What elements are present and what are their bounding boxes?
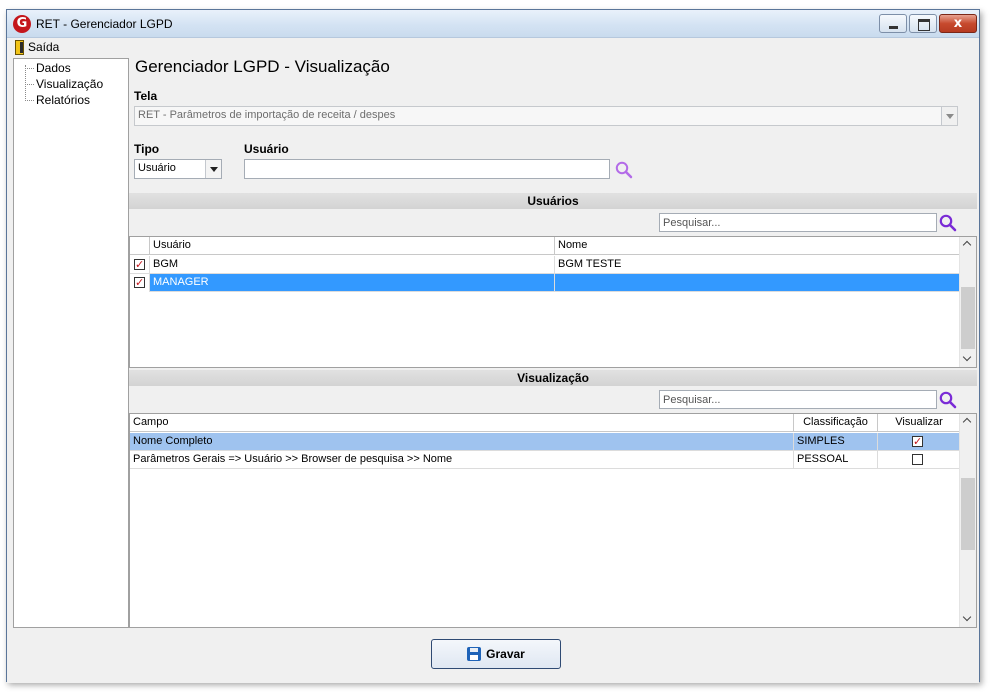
row-check-cell bbox=[130, 256, 150, 274]
users-table: Usuário Nome BGM BGM TESTE MANAGER bbox=[129, 236, 977, 368]
tipo-select-value: Usuário bbox=[138, 162, 176, 174]
users-section-header: Usuários bbox=[129, 193, 977, 209]
search-icon[interactable] bbox=[614, 160, 634, 180]
close-icon: x bbox=[953, 16, 963, 31]
table-row[interactable]: BGM BGM TESTE bbox=[130, 256, 960, 274]
cell-visualizar bbox=[878, 433, 960, 451]
exit-door-icon bbox=[15, 39, 24, 55]
cell-campo: Parâmetros Gerais => Usuário >> Browser … bbox=[130, 451, 794, 469]
app-logo-icon: G bbox=[13, 15, 31, 33]
cell-classificacao: SIMPLES bbox=[794, 433, 878, 451]
table-row[interactable]: Parâmetros Gerais => Usuário >> Browser … bbox=[130, 451, 960, 469]
scroll-up-icon[interactable] bbox=[960, 237, 976, 253]
maximize-button[interactable] bbox=[909, 14, 937, 33]
tree-item-relatorios[interactable]: Relatórios bbox=[22, 93, 90, 107]
nav-tree: Dados Visualização Relatórios bbox=[13, 58, 129, 628]
app-window: G RET - Gerenciador LGPD x Saída Dados V… bbox=[6, 9, 980, 683]
floppy-disk-icon bbox=[467, 647, 482, 661]
column-header-campo[interactable]: Campo bbox=[130, 414, 794, 432]
tela-select-value: RET - Parâmetros de importação de receit… bbox=[138, 109, 396, 121]
users-search-input[interactable] bbox=[659, 213, 937, 232]
close-button[interactable]: x bbox=[939, 14, 977, 33]
scroll-thumb[interactable] bbox=[961, 287, 975, 349]
view-table-header: Campo Classificação Visualizar bbox=[130, 414, 960, 432]
view-section-header: Visualização bbox=[129, 370, 977, 386]
tipo-label: Tipo bbox=[134, 142, 160, 156]
cell-usuario: MANAGER bbox=[150, 274, 555, 292]
view-table: Campo Classificação Visualizar Nome Comp… bbox=[129, 413, 977, 628]
users-table-scrollbar[interactable] bbox=[959, 237, 976, 367]
tipo-select[interactable]: Usuário bbox=[134, 159, 222, 179]
column-header-usuario[interactable]: Usuário bbox=[150, 237, 555, 255]
tree-item-visualizacao[interactable]: Visualização bbox=[22, 77, 103, 91]
tela-label: Tela bbox=[134, 89, 158, 103]
page-title: Gerenciador LGPD - Visualização bbox=[135, 57, 390, 76]
scroll-down-icon[interactable] bbox=[960, 611, 976, 627]
table-row-selected[interactable]: Nome Completo SIMPLES bbox=[130, 433, 960, 451]
scroll-down-icon[interactable] bbox=[960, 351, 976, 367]
menu-bar: Saída bbox=[7, 38, 979, 56]
search-icon[interactable] bbox=[938, 213, 958, 233]
visualizar-checkbox[interactable] bbox=[912, 454, 923, 465]
users-table-header: Usuário Nome bbox=[130, 237, 960, 255]
usuario-label: Usuário bbox=[244, 142, 289, 156]
tela-select[interactable]: RET - Parâmetros de importação de receit… bbox=[134, 106, 958, 126]
cell-classificacao: PESSOAL bbox=[794, 451, 878, 469]
window-title: RET - Gerenciador LGPD bbox=[36, 17, 173, 31]
cell-nome bbox=[555, 274, 960, 292]
cell-nome: BGM TESTE bbox=[555, 256, 960, 274]
row-check-cell bbox=[130, 274, 150, 292]
usuario-field[interactable] bbox=[244, 159, 610, 179]
view-table-scrollbar[interactable] bbox=[959, 414, 976, 627]
menu-exit[interactable]: Saída bbox=[15, 39, 59, 55]
save-button[interactable]: Gravar bbox=[431, 639, 561, 669]
cell-campo: Nome Completo bbox=[130, 433, 794, 451]
cell-visualizar bbox=[878, 451, 960, 469]
header-check-cell bbox=[130, 237, 150, 255]
visualizar-checkbox[interactable] bbox=[912, 433, 923, 450]
cell-usuario: BGM bbox=[150, 256, 555, 274]
column-header-classificacao[interactable]: Classificação bbox=[794, 414, 878, 432]
column-header-visualizar[interactable]: Visualizar bbox=[878, 414, 960, 432]
menu-exit-label: Saída bbox=[28, 40, 60, 54]
save-button-label: Gravar bbox=[486, 647, 525, 661]
tree-item-dados[interactable]: Dados bbox=[22, 61, 71, 75]
chevron-down-icon[interactable] bbox=[205, 160, 221, 178]
row-checkbox[interactable] bbox=[134, 274, 145, 291]
scroll-thumb[interactable] bbox=[961, 478, 975, 550]
row-checkbox[interactable] bbox=[134, 256, 145, 273]
search-icon[interactable] bbox=[938, 390, 958, 410]
minimize-button[interactable] bbox=[879, 14, 907, 33]
scroll-up-icon[interactable] bbox=[960, 414, 976, 430]
chevron-down-icon[interactable] bbox=[941, 107, 957, 125]
view-search-input[interactable] bbox=[659, 390, 937, 409]
footer-bar: Gravar bbox=[7, 629, 979, 683]
title-bar[interactable]: G RET - Gerenciador LGPD x bbox=[7, 10, 979, 38]
column-header-nome[interactable]: Nome bbox=[555, 237, 960, 255]
table-row-selected[interactable]: MANAGER bbox=[130, 274, 960, 292]
